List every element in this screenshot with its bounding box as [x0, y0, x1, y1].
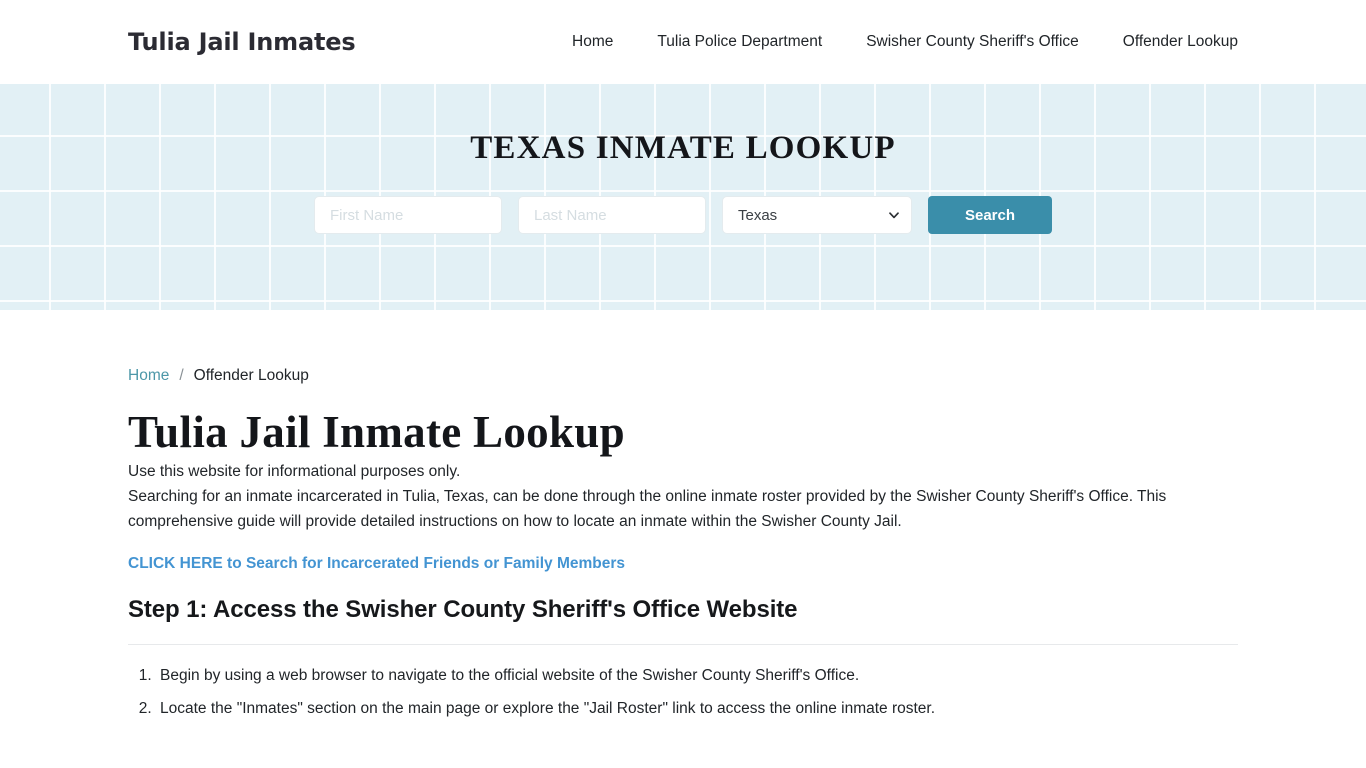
- list-item: Begin by using a web browser to navigate…: [156, 663, 1238, 689]
- intro-paragraph: Use this website for informational purpo…: [128, 462, 461, 480]
- hero-title: TEXAS INMATE LOOKUP: [470, 130, 896, 166]
- breadcrumb-separator: /: [179, 367, 184, 384]
- step-1-heading: Step 1: Access the Swisher County Sherif…: [128, 596, 798, 624]
- nav-item-tulia-police-department[interactable]: Tulia Police Department: [635, 34, 844, 50]
- state-select[interactable]: Texas: [722, 196, 912, 234]
- main-content: Home / Offender Lookup Tulia Jail Inmate…: [0, 367, 1366, 722]
- site-header: Tulia Jail Inmates Home Tulia Police Dep…: [0, 0, 1366, 84]
- step-list: Begin by using a web browser to navigate…: [128, 663, 1238, 722]
- description-paragraph: Searching for an inmate incarcerated in …: [128, 487, 1167, 530]
- primary-navigation: Home Tulia Police Department Swisher Cou…: [550, 34, 1238, 50]
- breadcrumb: Home / Offender Lookup: [128, 367, 1238, 385]
- nav-item-home[interactable]: Home: [550, 34, 635, 50]
- breadcrumb-current: Offender Lookup: [193, 367, 309, 384]
- breadcrumb-link-home[interactable]: Home: [128, 367, 169, 385]
- hero-search-section: TEXAS INMATE LOOKUP Texas Search: [0, 84, 1366, 310]
- nav-item-swisher-county-sheriffs-office[interactable]: Swisher County Sheriff's Office: [844, 34, 1101, 50]
- first-name-input[interactable]: [314, 196, 502, 234]
- page-title: Tulia Jail Inmate Lookup: [128, 407, 625, 457]
- nav-item-offender-lookup[interactable]: Offender Lookup: [1101, 34, 1238, 50]
- search-button[interactable]: Search: [928, 196, 1052, 234]
- list-item: Locate the "Inmates" section on the main…: [156, 696, 1238, 722]
- site-logo[interactable]: Tulia Jail Inmates: [128, 28, 356, 56]
- section-divider: [128, 644, 1238, 646]
- state-select-wrapper: Texas: [722, 196, 912, 234]
- last-name-input[interactable]: [518, 196, 706, 234]
- cta-search-link[interactable]: CLICK HERE to Search for Incarcerated Fr…: [128, 555, 625, 573]
- inmate-search-form: Texas Search: [314, 196, 1052, 234]
